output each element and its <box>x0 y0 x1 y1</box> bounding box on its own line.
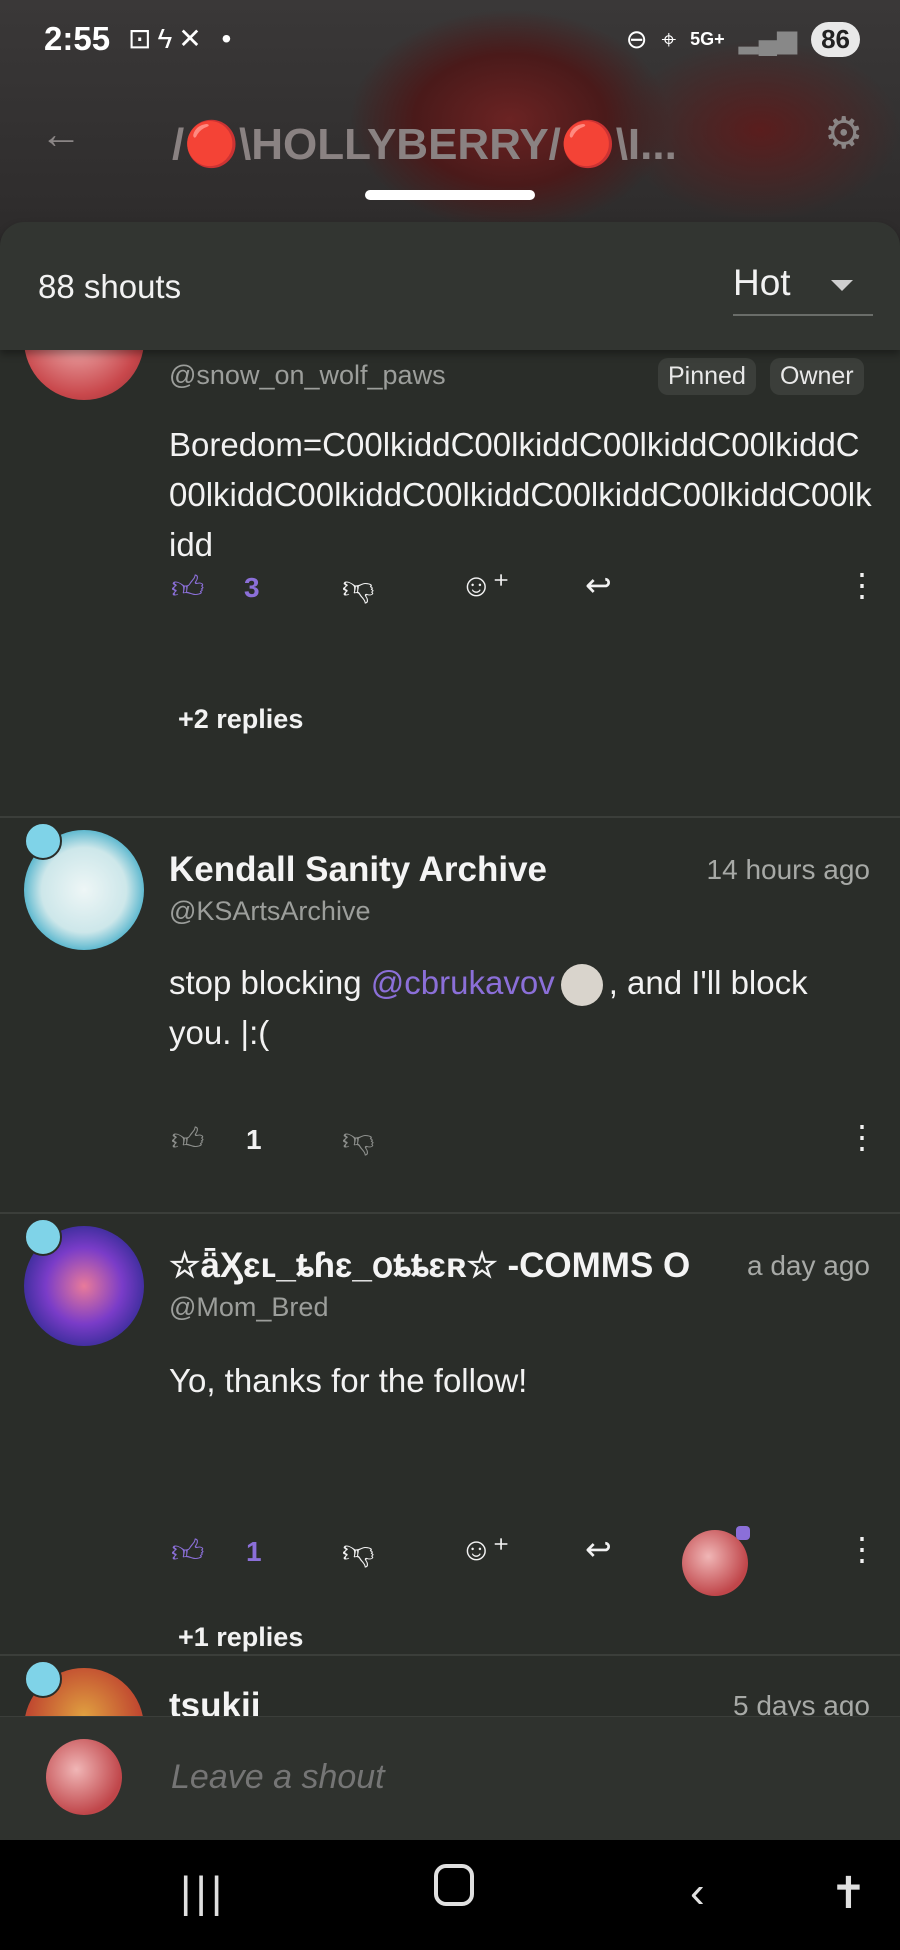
signal-icon: ▂▄▆ <box>738 24 798 54</box>
status-notification-icons: ⊡ϟ✕ • <box>128 23 238 54</box>
back-arrow-icon[interactable]: ← <box>40 110 82 158</box>
mention-avatar <box>560 964 603 1007</box>
user-handle[interactable]: @snow_on_wolf_paws <box>169 360 446 391</box>
recent-apps-icon[interactable]: ||| <box>180 1868 226 1918</box>
user-badge-icon <box>24 1660 62 1698</box>
status-bar-right: ⊖ ⌖ 5G+ ▂▄▆ 86 <box>626 22 860 57</box>
add-reaction-icon[interactable]: ☺⁺ <box>460 1530 510 1568</box>
shouts-header: 88 shouts Hot <box>0 222 900 350</box>
timestamp: 5 days ago <box>733 1690 870 1716</box>
sort-dropdown[interactable]: Hot <box>733 258 873 316</box>
thumbs-down-icon[interactable]: 👎︎ <box>342 1120 374 1159</box>
more-options-icon[interactable]: ⋮ <box>846 566 878 604</box>
thumbs-up-icon[interactable]: 👍︎ <box>171 568 204 607</box>
shout-body: Boredom=C00lkiddC00lkiddC00lkiddC00lkidd… <box>169 426 872 563</box>
thumbs-up-icon[interactable]: 👍︎ <box>171 1532 204 1571</box>
thumbs-down-icon[interactable]: 👎︎ <box>342 568 374 607</box>
gear-icon[interactable]: ⚙ <box>824 108 863 159</box>
location-icon: ⌖ <box>661 23 677 54</box>
like-count: 1 <box>246 1536 262 1567</box>
more-options-icon[interactable]: ⋮ <box>846 1118 878 1156</box>
reply-icon[interactable]: ↩ <box>585 566 612 604</box>
shout-body: Yo, thanks for the follow! <box>169 1362 528 1399</box>
pinned-badge: Pinned <box>658 358 756 395</box>
dnd-icon: ⊖ <box>625 24 648 54</box>
user-handle[interactable]: @Mom_Bred <box>169 1292 328 1323</box>
shout-feed[interactable]: @snow_on_wolf_paws Pinned Owner Boredom=… <box>0 350 900 1716</box>
avatar[interactable] <box>24 350 144 400</box>
shout-item: ☆ǟӼɛʟ_ȶɦɛ_օȶȶɛʀ☆ -COMMS O a day ago @Mom… <box>0 1212 900 1656</box>
owner-badge: Owner <box>770 358 864 395</box>
shout-body-text: stop blocking <box>169 964 371 1001</box>
shout-item: @snow_on_wolf_paws Pinned Owner Boredom=… <box>0 350 900 818</box>
current-user-avatar <box>46 1739 122 1815</box>
reply-icon[interactable]: ↩ <box>585 1530 612 1568</box>
reaction-badge <box>736 1526 750 1540</box>
more-options-icon[interactable]: ⋮ <box>846 1530 878 1568</box>
like-count: 3 <box>244 572 260 603</box>
status-time: 2:55 <box>44 20 111 57</box>
back-icon[interactable]: ‹ <box>690 1868 705 1918</box>
network-label: 5G+ <box>690 29 725 49</box>
thumbs-down-icon[interactable]: 👎︎ <box>342 1532 374 1571</box>
shout-composer <box>0 1716 900 1841</box>
chevron-down-icon <box>831 280 853 291</box>
thumbs-up-icon[interactable]: 👍︎ <box>171 1120 204 1159</box>
shout-item: Kendall Sanity Archive 14 hours ago @KSA… <box>0 816 900 1214</box>
battery-indicator: 86 <box>811 22 860 57</box>
add-reaction-icon[interactable]: ☺⁺ <box>460 566 510 604</box>
user-handle[interactable]: @KSArtsArchive <box>169 896 370 927</box>
sort-selected-value: Hot <box>733 262 791 303</box>
accessibility-icon[interactable]: ✝ <box>830 1868 867 1919</box>
sheet-drag-handle[interactable] <box>365 190 535 200</box>
user-display-name[interactable]: ☆ǟӼɛʟ_ȶɦɛ_օȶȶɛʀ☆ -COMMS O <box>169 1246 709 1286</box>
user-badge-icon <box>24 1218 62 1256</box>
shout-body: stop blocking @cbrukavov, and I'll block… <box>169 958 874 1058</box>
page-title: /🔴\HOLLYBERRY/🔴\I... <box>172 120 677 169</box>
shout-input[interactable] <box>169 1757 823 1798</box>
home-icon[interactable] <box>434 1864 474 1906</box>
timestamp: a day ago <box>747 1250 870 1281</box>
view-replies-link[interactable]: +2 replies <box>178 704 303 735</box>
user-mention-link[interactable]: @cbrukavov <box>371 964 555 1001</box>
timestamp: 14 hours ago <box>706 854 870 885</box>
shout-count: 88 shouts <box>38 268 182 305</box>
user-badge-icon <box>24 822 62 860</box>
like-count: 1 <box>246 1124 262 1155</box>
user-display-name[interactable]: Kendall Sanity Archive <box>169 850 669 890</box>
shout-item: tsukii 5 days ago <box>0 1654 900 1716</box>
user-display-name[interactable]: tsukii <box>169 1686 569 1716</box>
view-replies-link[interactable]: +1 replies <box>178 1622 303 1653</box>
system-nav-bar: ||| ‹ ✝ <box>0 1840 900 1950</box>
